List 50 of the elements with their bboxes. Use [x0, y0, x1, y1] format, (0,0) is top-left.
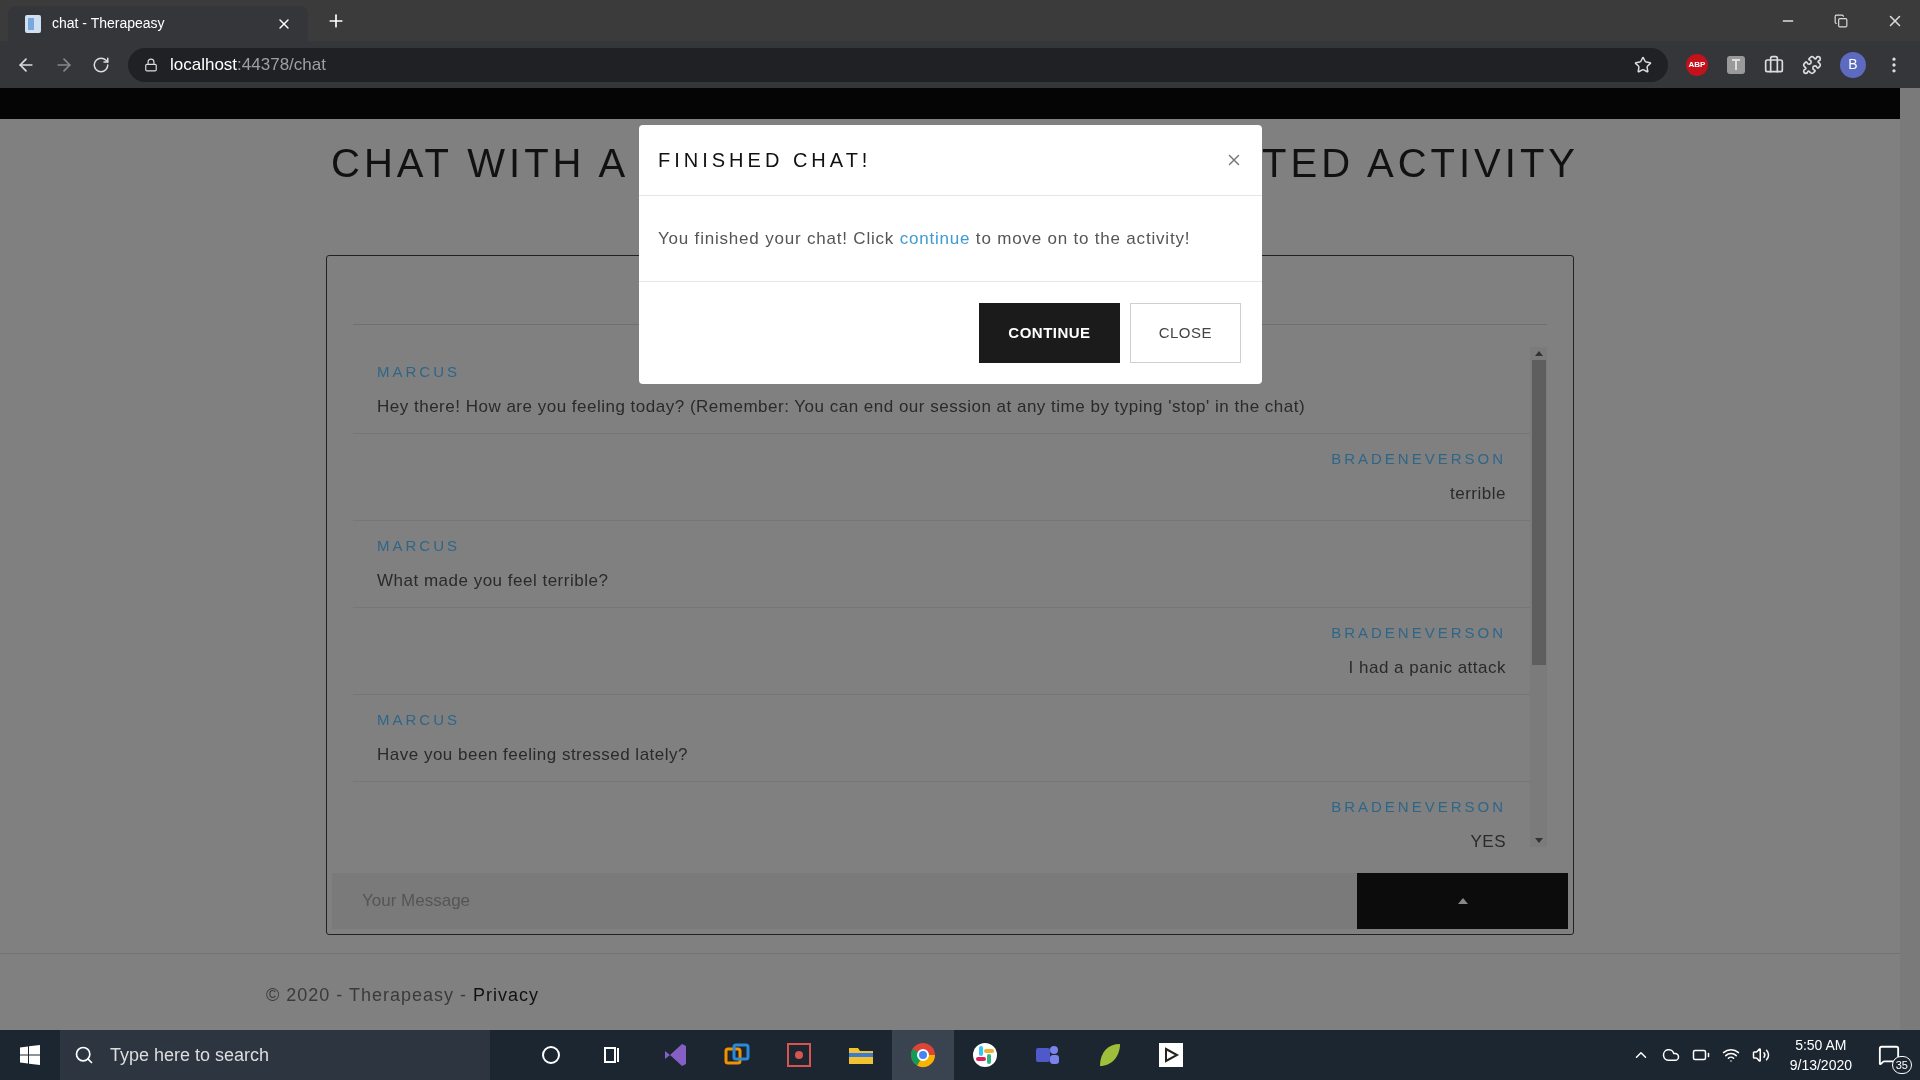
caret-up-icon [1457, 898, 1468, 904]
cloud-icon[interactable] [1661, 1046, 1680, 1064]
notification-badge: 35 [1891, 1055, 1912, 1074]
sender-name: MARCUS [377, 362, 460, 382]
scroll-down-arrow-icon[interactable] [1534, 838, 1543, 843]
privacy-link[interactable]: Privacy [473, 985, 540, 1005]
clock[interactable]: 5:50 AM 9/13/2020 [1781, 1035, 1860, 1075]
page-heading: CHAT WITH A [331, 140, 630, 187]
message-text: What made you feel terrible? [377, 569, 609, 592]
scrollbar[interactable] [1530, 347, 1547, 847]
sender-name: BRADENEVERSON [1331, 449, 1506, 469]
message-text: I had a panic attack [1348, 656, 1506, 679]
sender-name: MARCUS [377, 536, 460, 556]
sender-name: MARCUS [377, 710, 460, 730]
extension-badge[interactable]: ABP [1686, 53, 1708, 76]
document-icon [24, 13, 42, 34]
url-text: localhost:44378/chat [170, 53, 326, 76]
message-text: Have you been feeling stressed lately? [377, 743, 688, 766]
search-icon [74, 1045, 94, 1065]
address-bar[interactable]: localhost:44378/chat [128, 47, 1668, 82]
continue-button[interactable]: CONTINUE [979, 303, 1120, 363]
extension-icon[interactable] [1726, 54, 1746, 75]
browser-icon[interactable] [908, 1040, 938, 1070]
taskbar-search-field[interactable]: Type here to search [60, 1030, 490, 1080]
message-text: terrible [1450, 482, 1506, 505]
message-text: Hey there! How are you feeling today? (Remember: You can end our session at any time by typing 'stop' in the chat) [377, 395, 1306, 418]
wifi-icon[interactable] [1721, 1046, 1740, 1064]
bookmark-star-icon[interactable] [1634, 55, 1652, 74]
sender-name: BRADENEVERSON [1331, 623, 1506, 643]
page-heading: TED ACTIVITY [1262, 140, 1579, 187]
profile-avatar[interactable]: B [1840, 51, 1866, 78]
footer-text: © 2020 - Therapeasy - Privacy [266, 984, 541, 1007]
sender-name: BRADENEVERSON [1331, 797, 1506, 817]
windows-logo-icon[interactable] [20, 1045, 40, 1065]
briefcase-icon[interactable] [1764, 54, 1784, 75]
volume-icon[interactable] [1751, 1046, 1770, 1064]
browser-tab[interactable]: chat - Therapeasy [8, 6, 308, 41]
reload-icon[interactable] [92, 55, 110, 74]
extensions-icon[interactable] [1802, 54, 1822, 75]
modal-message: You finished your chat! Click continue to move on to the activity! [658, 227, 1191, 250]
restore-icon[interactable] [1834, 13, 1848, 28]
tab-title: chat - Therapeasy [52, 14, 166, 33]
lock-icon [144, 57, 158, 72]
modal-title: FINISHED CHAT! [658, 148, 872, 173]
close-button[interactable]: CLOSE [1129, 303, 1241, 363]
page-scrollbar[interactable] [1900, 88, 1920, 1030]
message-text: YES [1470, 830, 1506, 847]
triangle-logo-icon[interactable] [1156, 1040, 1186, 1070]
pinwheel-icon[interactable] [970, 1040, 1000, 1070]
scroll-up-arrow-icon[interactable] [1534, 351, 1543, 356]
